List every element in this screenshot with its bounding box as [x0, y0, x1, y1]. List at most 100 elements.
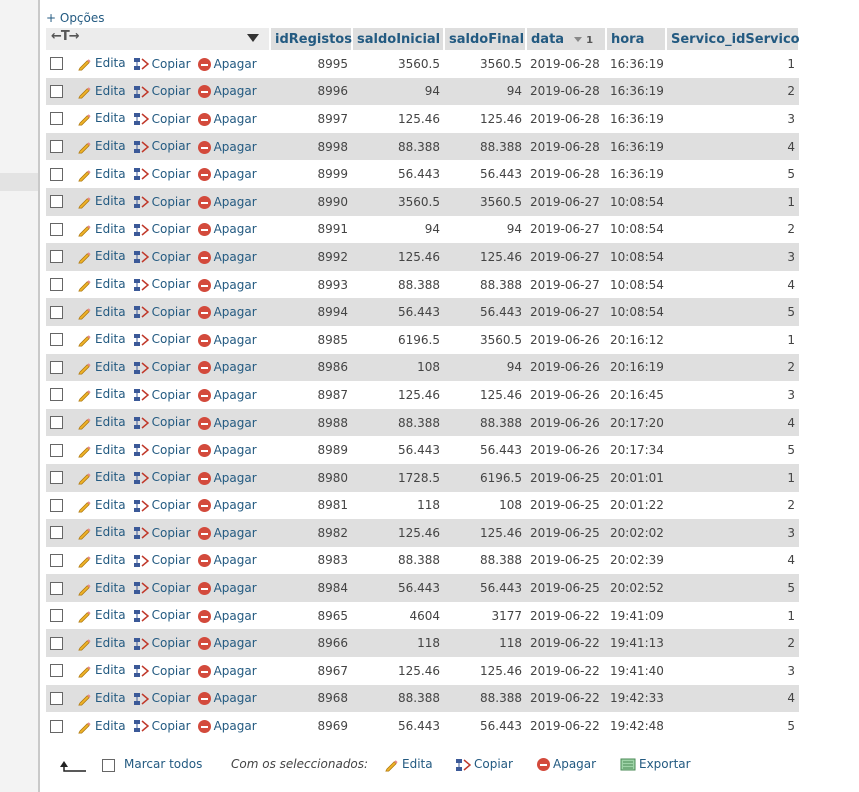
row-checkbox[interactable] — [50, 691, 63, 705]
table-row[interactable]: Edita Copiar Apagar 8990 3560.5 3560.5 2019-06… — [46, 187, 799, 216]
table-row[interactable]: Edita Copiar Apagar 8968 88.388 88.388 2019-06… — [46, 684, 799, 713]
table-row[interactable]: Edita Copiar Apagar 8999 56.443 56.443 2019-06… — [46, 160, 799, 188]
row-checkbox[interactable] — [50, 498, 63, 512]
delete-button[interactable]: Apagar — [197, 664, 257, 678]
edit-button[interactable]: Edita — [77, 277, 126, 292]
copy-button[interactable]: Copiar — [133, 250, 191, 265]
copy-button[interactable]: Copiar — [133, 360, 191, 375]
edit-button[interactable]: Edita — [77, 636, 126, 651]
edit-button[interactable]: Edita — [77, 553, 126, 568]
copy-button[interactable]: Copiar — [133, 195, 191, 210]
row-checkbox[interactable] — [50, 140, 63, 154]
row-checkbox[interactable] — [50, 278, 63, 292]
row-checkbox[interactable] — [50, 360, 63, 374]
row-checkbox[interactable] — [50, 553, 63, 567]
table-row[interactable]: Edita Copiar Apagar 8965 4604 3177 2019-06-22 1… — [46, 602, 799, 630]
edit-button[interactable]: Edita — [77, 525, 126, 540]
column-header-saldoinicial[interactable]: saldoInicial — [352, 28, 445, 50]
row-checkbox[interactable] — [50, 167, 63, 181]
cell-servico-idservico[interactable]: 3 — [666, 381, 799, 409]
edit-button[interactable]: Edita — [77, 84, 126, 99]
column-header-saldofinal[interactable]: saldoFinal — [444, 28, 527, 50]
copy-button[interactable]: Copiar — [133, 719, 191, 734]
copy-button[interactable]: Copiar — [133, 167, 191, 182]
table-row[interactable]: Edita Copiar Apagar 8993 88.388 88.388 2019-06… — [46, 271, 799, 299]
row-checkbox[interactable] — [50, 526, 63, 540]
cell-servico-idservico[interactable]: 3 — [666, 243, 799, 271]
table-row[interactable]: Edita Copiar Apagar 8986 108 94 2019-06-26 20:1… — [46, 353, 799, 382]
edit-button[interactable]: Edita — [77, 691, 126, 706]
check-all-checkbox[interactable] — [102, 759, 115, 772]
delete-button[interactable]: Apagar — [197, 526, 257, 540]
cell-servico-idservico[interactable]: 2 — [666, 629, 799, 658]
row-checkbox[interactable] — [50, 250, 63, 264]
cell-servico-idservico[interactable]: 3 — [666, 105, 799, 133]
row-checkbox[interactable] — [50, 195, 63, 209]
edit-button[interactable]: Edita — [77, 111, 126, 126]
cell-servico-idservico[interactable]: 5 — [666, 160, 799, 188]
edit-button[interactable]: Edita — [77, 581, 126, 596]
edit-button[interactable]: Edita — [77, 719, 126, 734]
table-row[interactable]: Edita Copiar Apagar 8998 88.388 88.388 2019-06… — [46, 132, 799, 161]
table-row[interactable]: Edita Copiar Apagar 8992 125.46 125.46 2019-06… — [46, 243, 799, 271]
edit-button[interactable]: Edita — [77, 443, 126, 458]
delete-button[interactable]: Apagar — [197, 416, 257, 430]
edit-button[interactable]: Edita — [77, 360, 126, 375]
arrows-icon[interactable]: ←T→ — [51, 29, 80, 44]
delete-button[interactable]: Apagar — [197, 581, 257, 596]
cell-servico-idservico[interactable]: 2 — [666, 216, 799, 244]
edit-button[interactable]: Edita — [77, 194, 126, 209]
delete-button[interactable]: Apagar — [197, 112, 257, 126]
cell-servico-idservico[interactable]: 1 — [666, 602, 799, 630]
cell-servico-idservico[interactable]: 2 — [666, 77, 799, 106]
copy-button[interactable]: Copiar — [133, 608, 191, 623]
row-checkbox[interactable] — [50, 609, 63, 623]
cell-servico-idservico[interactable]: 1 — [666, 463, 799, 492]
edit-button[interactable]: Edita — [77, 167, 126, 182]
delete-button[interactable]: Apagar — [197, 498, 257, 513]
copy-button[interactable]: Copiar — [133, 112, 191, 127]
delete-button[interactable]: Apagar — [197, 278, 257, 292]
table-row[interactable]: Edita Copiar Apagar 8967 125.46 125.46 2019-06… — [46, 657, 799, 685]
cell-servico-idservico[interactable]: 5 — [666, 436, 799, 464]
delete-button[interactable]: Apagar — [197, 719, 257, 734]
cell-servico-idservico[interactable]: 4 — [666, 547, 799, 575]
copy-button[interactable]: Copiar — [133, 305, 191, 320]
copy-button[interactable]: Copiar — [133, 139, 191, 154]
copy-button[interactable]: Copiar — [133, 526, 191, 541]
row-checkbox[interactable] — [50, 388, 63, 402]
edit-button[interactable]: Edita — [77, 139, 126, 154]
delete-button[interactable]: Apagar — [197, 84, 257, 99]
row-checkbox[interactable] — [50, 636, 63, 650]
edit-button[interactable]: Edita — [77, 305, 126, 320]
cell-servico-idservico[interactable]: 1 — [666, 326, 799, 354]
table-row[interactable]: Edita Copiar Apagar 8984 56.443 56.443 2019-06… — [46, 574, 799, 602]
options-toggle[interactable]: + Opções — [46, 11, 105, 25]
delete-button[interactable]: Apagar — [197, 388, 257, 402]
delete-button[interactable]: Apagar — [197, 57, 257, 71]
table-row[interactable]: Edita Copiar Apagar 8966 118 118 2019-06-22 19:… — [46, 629, 799, 658]
row-checkbox[interactable] — [50, 719, 63, 733]
column-header-hora[interactable]: hora — [606, 28, 667, 50]
edit-button[interactable]: Edita — [77, 498, 126, 513]
table-row[interactable]: Edita Copiar Apagar 8983 88.388 88.388 2019-06… — [46, 547, 799, 575]
row-checkbox[interactable] — [50, 305, 63, 319]
edit-button[interactable]: Edita — [77, 56, 126, 71]
row-checkbox[interactable] — [50, 333, 63, 347]
cell-servico-idservico[interactable]: 5 — [666, 574, 799, 602]
cell-servico-idservico[interactable]: 4 — [666, 684, 799, 713]
cell-servico-idservico[interactable]: 5 — [666, 298, 799, 326]
delete-button[interactable]: Apagar — [197, 471, 257, 485]
copy-button[interactable]: Copiar — [133, 443, 191, 458]
copy-button[interactable]: Copiar — [133, 470, 191, 485]
edit-button[interactable]: Edita — [77, 608, 126, 623]
table-row[interactable]: Edita Copiar Apagar 8987 125.46 125.46 2019-06… — [46, 381, 799, 409]
delete-button[interactable]: Apagar — [197, 636, 257, 651]
delete-button[interactable]: Apagar — [197, 250, 257, 264]
copy-button[interactable]: Copiar — [133, 498, 191, 513]
copy-button[interactable]: Copiar — [133, 691, 191, 706]
row-checkbox[interactable] — [50, 471, 63, 485]
cell-servico-idservico[interactable]: 4 — [666, 132, 799, 161]
row-checkbox[interactable] — [50, 84, 63, 98]
table-row[interactable]: Edita Copiar Apagar 8989 56.443 56.443 2019-06… — [46, 436, 799, 464]
